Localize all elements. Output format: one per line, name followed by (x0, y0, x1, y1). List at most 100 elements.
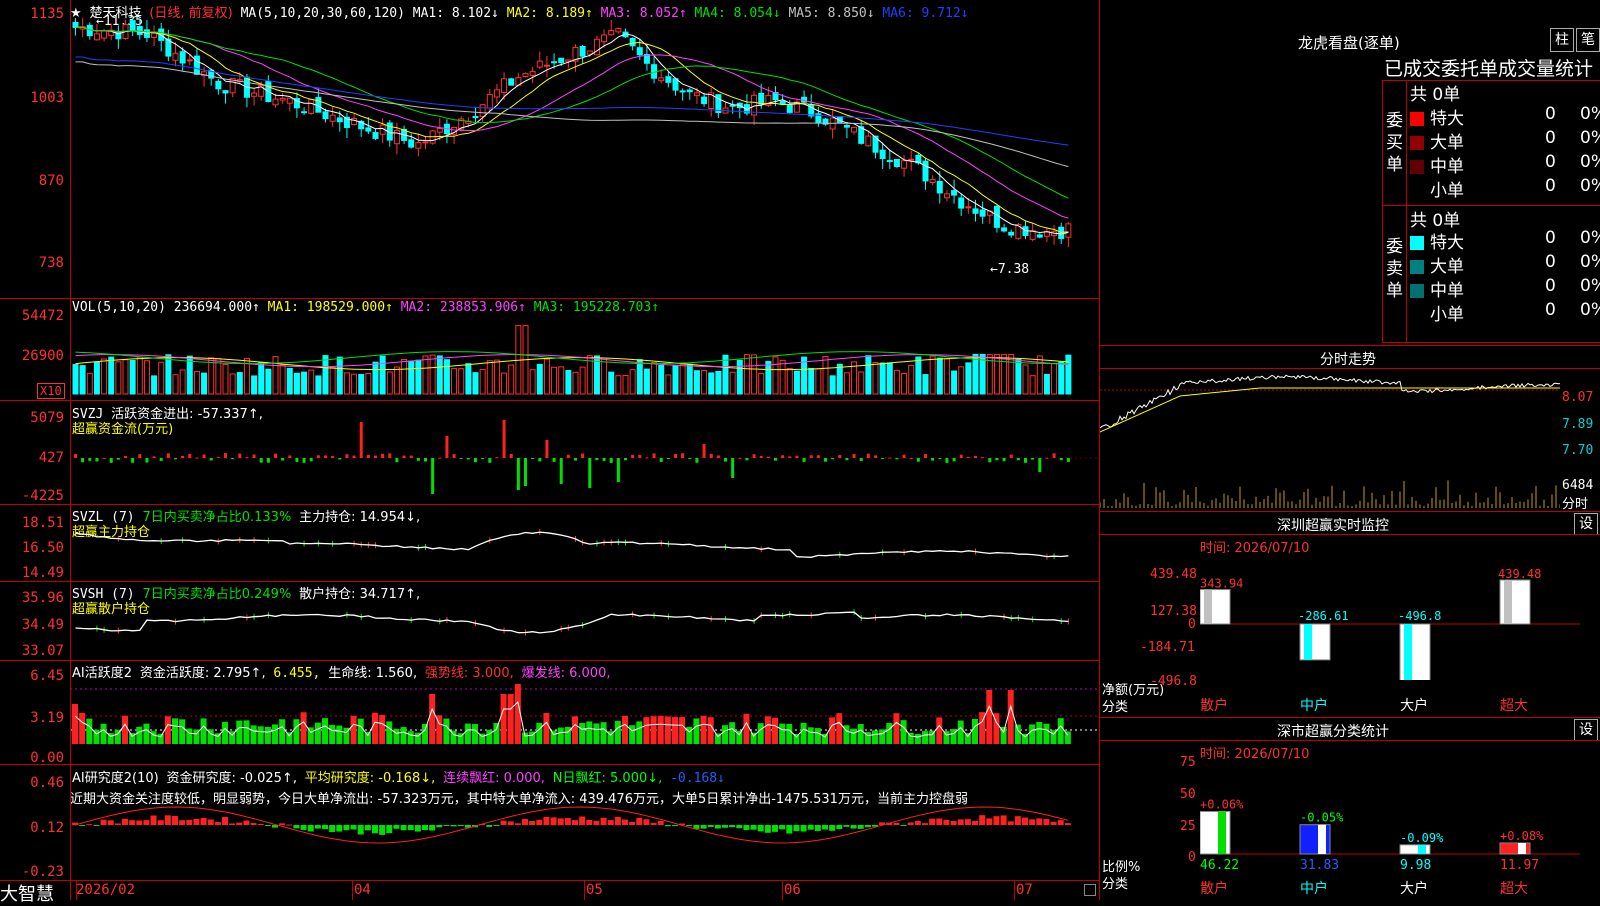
activity-bar (629, 725, 636, 744)
research-bar (807, 825, 814, 830)
candle (115, 30, 122, 40)
volume-bar (479, 369, 486, 395)
activity-bar (593, 723, 600, 744)
volume-bar (529, 369, 536, 395)
flow-bar (452, 454, 456, 458)
order-type: 小单 (1430, 181, 1464, 201)
flow-bar (581, 453, 585, 458)
research-bar (422, 825, 428, 831)
svzl-chart[interactable] (70, 522, 1098, 580)
flow-bar (366, 454, 370, 458)
ai1-chart[interactable] (70, 674, 1098, 762)
svsh-axis-1: 35.96 (21, 590, 64, 606)
ai2-d: N日飘红: 5.000↓, (552, 771, 663, 786)
activity-bar (379, 714, 386, 744)
research-bar (486, 825, 493, 827)
volume-bar (493, 359, 500, 395)
activity-bar (486, 729, 493, 744)
candle (886, 159, 893, 163)
research-bar (372, 825, 378, 834)
activity-bar (643, 717, 650, 744)
activity-bar (272, 724, 278, 744)
activity-bar (286, 732, 293, 744)
color-swatch (1410, 308, 1424, 322)
monitor-bar-chart[interactable]: 343.94 -286.61 -496.8 439.48 (1200, 560, 1580, 680)
flow-bar (174, 458, 177, 460)
svzj-chart[interactable] (70, 418, 1098, 502)
order-type: 中单 (1430, 157, 1464, 177)
candle (472, 116, 479, 119)
chart-area[interactable]: ★ 楚天科技 (日线, 前复权) MA(5,10,20,30,60,120) M… (0, 0, 1100, 905)
research-bar (629, 821, 636, 825)
candle (408, 139, 415, 148)
monitor-settings-button[interactable]: 设 (1574, 513, 1598, 535)
candle (93, 33, 100, 41)
volume-bar (743, 354, 750, 395)
research-bar (1022, 817, 1028, 825)
flow-bar (1045, 457, 1049, 459)
flow-bar (938, 458, 942, 459)
volume-bar (679, 363, 686, 395)
lock-icon[interactable] (1084, 884, 1096, 896)
color-swatch (1410, 184, 1424, 198)
flow-bar (874, 455, 877, 458)
activity-bar (222, 721, 228, 744)
flow-bar (295, 458, 299, 462)
research-bar (593, 820, 600, 825)
color-swatch (1410, 236, 1424, 250)
candle (143, 29, 150, 38)
research-bar (764, 825, 771, 833)
order-pct: 0% (1580, 104, 1600, 124)
ai2-chart[interactable] (70, 800, 1098, 878)
tab-tick[interactable]: 笔 (1576, 28, 1600, 52)
candlestick-chart[interactable] (70, 18, 1098, 296)
date-label-1: 2026/02 (76, 882, 136, 898)
volume-bar (658, 364, 665, 395)
research-bar (129, 820, 136, 825)
flow-bar (981, 457, 985, 459)
flow-bar (745, 458, 749, 461)
volume-bar (551, 366, 558, 395)
vol-unit: X10 (37, 383, 65, 399)
intraday-chart[interactable] (1100, 370, 1560, 510)
volume-bar (908, 364, 915, 395)
net-bar-label: 343.94 (1200, 577, 1243, 591)
candle (365, 127, 372, 132)
candle (215, 80, 222, 90)
volume-bar (165, 354, 172, 395)
volume-chart[interactable] (70, 314, 1098, 398)
svzl-axis-3: 14.49 (21, 565, 64, 581)
research-bar (779, 825, 786, 830)
date-label-5: 07 (1016, 882, 1033, 898)
tab-bar[interactable]: 柱 (1550, 28, 1574, 52)
volume-bar (672, 364, 679, 395)
svsh-chart[interactable] (70, 600, 1098, 658)
color-swatch (1410, 136, 1424, 150)
volume-bar (815, 368, 822, 395)
flow-bar (316, 455, 320, 458)
volume-bar (501, 372, 508, 395)
class-bar-chart[interactable]: +0.06% -0.05% -0.09% +0.08% (1200, 762, 1580, 862)
activity-bar (1007, 690, 1014, 744)
order-count: 0 (1545, 276, 1556, 296)
research-bar (814, 825, 821, 831)
volume-bar (893, 369, 900, 395)
research-bar (93, 825, 100, 826)
research-bar (314, 825, 321, 829)
class-category: 超大 (1500, 881, 1528, 897)
flow-bar (338, 458, 342, 460)
order-type: 大单 (1430, 133, 1464, 153)
net-bar-shade (1504, 580, 1512, 624)
class-bar-shade (1218, 811, 1226, 854)
flow-bar (145, 458, 149, 463)
flow-bar (438, 457, 442, 459)
research-bar (514, 823, 521, 825)
price-axis-4: 738 (38, 255, 64, 271)
class-settings-button[interactable]: 设 (1574, 719, 1598, 741)
activity-bar (200, 718, 207, 744)
candle (965, 206, 972, 209)
flow-bar (102, 457, 106, 459)
activity-bar (464, 723, 471, 744)
volume-bar (872, 361, 879, 395)
volume-bar (922, 374, 929, 395)
